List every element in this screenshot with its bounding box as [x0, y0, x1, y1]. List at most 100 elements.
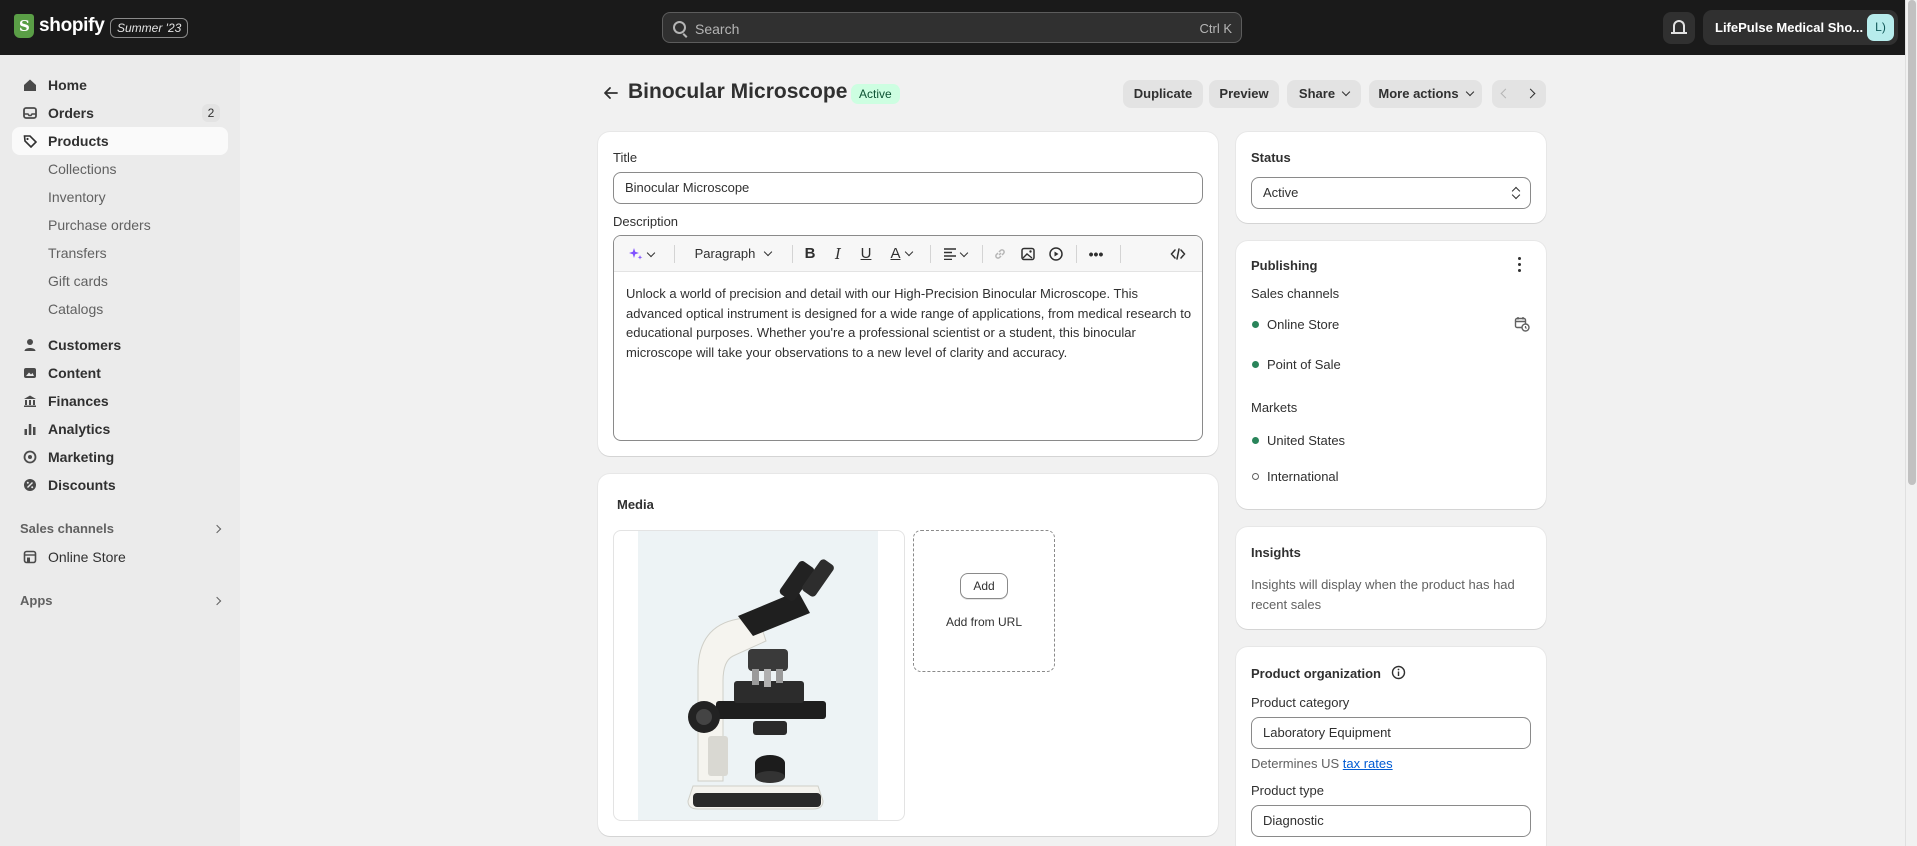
toolbar-divider: [930, 245, 931, 263]
select-arrows-icon: [1512, 186, 1520, 200]
product-type-input[interactable]: Diagnostic: [1251, 805, 1531, 837]
media-heading: Media: [617, 497, 654, 512]
sidebar-item-orders[interactable]: Orders 2: [12, 99, 228, 127]
sidebar-item-inventory[interactable]: Inventory: [12, 183, 228, 211]
sidebar-item-label: Online Store: [48, 549, 126, 565]
avatar: L): [1867, 14, 1894, 41]
align-button[interactable]: [938, 244, 972, 264]
sidebar: Home Orders 2 Products Collections Inven…: [0, 55, 240, 846]
html-view-button[interactable]: [1168, 244, 1188, 264]
add-from-url-link[interactable]: Add from URL: [914, 615, 1054, 629]
sidebar-item-analytics[interactable]: Analytics: [12, 415, 228, 443]
store-menu-button[interactable]: LifePulse Medical Sho... L): [1703, 10, 1898, 45]
sidebar-item-discounts[interactable]: Discounts: [12, 471, 228, 499]
apps-section[interactable]: Apps: [0, 591, 240, 611]
sidebar-item-finances[interactable]: Finances: [12, 387, 228, 415]
title-input[interactable]: Binocular Microscope: [613, 172, 1203, 204]
sidebar-item-purchase-orders[interactable]: Purchase orders: [12, 211, 228, 239]
status-select-value: Active: [1263, 185, 1299, 200]
more-formatting-button[interactable]: •••: [1086, 244, 1106, 264]
page-title: Binocular Microscope: [628, 80, 848, 103]
insert-video-button[interactable]: [1046, 244, 1066, 264]
notifications-button[interactable]: [1663, 12, 1695, 44]
description-text[interactable]: Unlock a world of precision and detail w…: [626, 284, 1192, 362]
shopify-logo[interactable]: shopify: [14, 14, 105, 38]
search-input[interactable]: Search Ctrl K: [662, 12, 1242, 43]
page-scrollbar[interactable]: [1905, 0, 1917, 846]
ai-generate-button[interactable]: [624, 244, 658, 264]
sidebar-item-content[interactable]: Content: [12, 359, 228, 387]
publishing-menu-button[interactable]: [1518, 257, 1522, 273]
discount-icon: [24, 479, 36, 491]
sidebar-item-catalogs[interactable]: Catalogs: [12, 295, 228, 323]
product-image[interactable]: [613, 530, 905, 821]
product-type-label: Product type: [1251, 783, 1324, 798]
calendar-clock-icon[interactable]: [1514, 316, 1530, 332]
sidebar-item-gift-cards[interactable]: Gift cards: [12, 267, 228, 295]
link-button[interactable]: [990, 244, 1010, 264]
previous-product-button[interactable]: [1492, 80, 1519, 108]
store-icon: [23, 550, 37, 564]
text-color-button[interactable]: A: [884, 244, 918, 264]
chevron-down-icon: [904, 247, 913, 257]
sidebar-item-products[interactable]: Products: [12, 127, 228, 155]
more-actions-button[interactable]: More actions: [1369, 80, 1482, 108]
tax-rates-link[interactable]: tax rates: [1343, 756, 1393, 771]
bank-icon: [24, 395, 36, 407]
edition-badge: Summer '23: [110, 18, 189, 38]
media-dropzone[interactable]: Add Add from URL: [913, 530, 1055, 672]
chevron-down-icon: [959, 248, 969, 258]
channel-active-dot: [1252, 361, 1259, 368]
format-select[interactable]: Paragraph: [688, 244, 778, 264]
underline-button[interactable]: U: [856, 244, 876, 264]
sidebar-item-online-store[interactable]: Online Store: [12, 543, 228, 571]
search-icon: [673, 21, 686, 34]
next-product-button[interactable]: [1519, 80, 1546, 108]
link-icon: [995, 249, 1005, 259]
product-category-input[interactable]: Laboratory Equipment: [1251, 717, 1531, 749]
tax-note: Determines US tax rates: [1251, 756, 1393, 771]
duplicate-button[interactable]: Duplicate: [1123, 80, 1203, 108]
market-inactive-dot: [1252, 473, 1259, 480]
scrollbar-thumb[interactable]: [1908, 0, 1916, 485]
sales-channels-heading: Sales channels: [20, 521, 114, 536]
sales-channels-label: Sales channels: [1251, 286, 1340, 301]
market-international: International: [1267, 469, 1339, 484]
share-button[interactable]: Share: [1287, 80, 1361, 108]
sales-channels-section[interactable]: Sales channels: [0, 519, 240, 539]
info-icon[interactable]: [1391, 665, 1406, 680]
sidebar-item-marketing[interactable]: Marketing: [12, 443, 228, 471]
insights-text: Insights will display when the product h…: [1251, 577, 1515, 612]
sidebar-item-customers[interactable]: Customers: [12, 331, 228, 359]
ellipsis-icon: •••: [1088, 246, 1104, 262]
chevron-left-icon: [1500, 88, 1511, 99]
toolbar-divider: [1076, 245, 1077, 263]
bold-button[interactable]: B: [800, 244, 820, 264]
sidebar-item-label: Analytics: [48, 421, 111, 437]
chevron-right-icon: [212, 596, 222, 606]
back-arrow-icon[interactable]: [602, 84, 620, 102]
sidebar-item-label: Orders: [48, 105, 94, 121]
toolbar-divider: [1120, 245, 1121, 263]
add-media-button[interactable]: Add: [960, 573, 1008, 599]
sidebar-item-transfers[interactable]: Transfers: [12, 239, 228, 267]
sidebar-item-label: Marketing: [48, 449, 115, 465]
status-select[interactable]: Active: [1251, 177, 1531, 209]
insert-image-button[interactable]: [1018, 244, 1038, 264]
align-left-icon: [944, 248, 956, 261]
channel-active-dot: [1252, 321, 1259, 328]
market-active-dot: [1252, 437, 1259, 444]
underline-icon: U: [860, 245, 872, 262]
status-card: Status Active: [1236, 132, 1546, 223]
content-icon: [24, 368, 36, 378]
sidebar-subitem-label: Collections: [48, 161, 117, 177]
product-details-card: Title Binocular Microscope Description P…: [598, 132, 1218, 456]
title-label: Title: [613, 150, 638, 165]
italic-button[interactable]: I: [828, 244, 848, 264]
sidebar-item-home[interactable]: Home: [12, 71, 228, 99]
orders-count-badge: 2: [202, 104, 220, 122]
chart-icon: [24, 424, 36, 435]
chevron-down-icon: [1341, 87, 1351, 97]
sidebar-item-collections[interactable]: Collections: [12, 155, 228, 183]
preview-button[interactable]: Preview: [1209, 80, 1279, 108]
